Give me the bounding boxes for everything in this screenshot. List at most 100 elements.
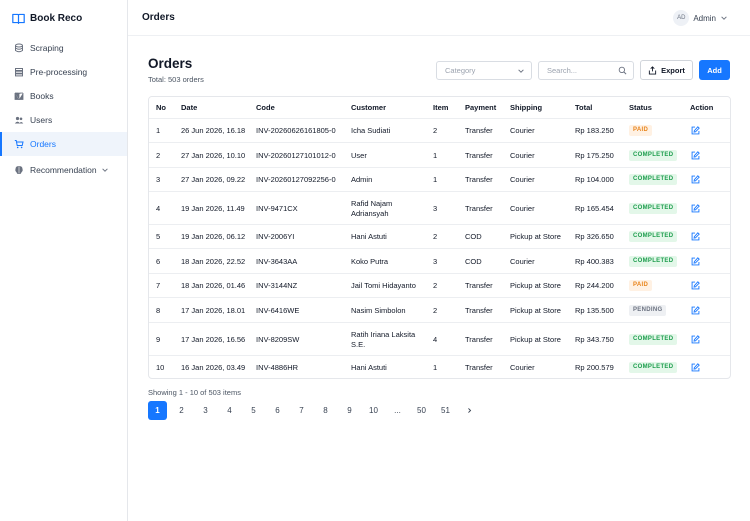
export-button[interactable]: Export [640,60,693,80]
cell-date: 26 Jun 2026, 16.18 [181,126,246,135]
cell-date: 18 Jan 2026, 22.52 [181,256,246,266]
customer-name: Hani Astuti [351,232,387,241]
edit-icon[interactable] [691,256,700,266]
page-button-1[interactable]: 1 [148,401,167,420]
add-button[interactable]: Add [699,60,730,80]
cell-item: 1 [433,150,438,160]
page-button-10[interactable]: 10 [364,401,383,420]
table-row[interactable]: 1 26 Jun 2026, 16.18 INV-20260626161805-0 I… [149,119,730,143]
page-button-4[interactable]: 4 [220,401,239,420]
cell-shipping: Courier [510,150,535,160]
column-header-payment: Payment [465,103,497,112]
category-select[interactable]: Category [436,61,532,80]
chevron-down-icon[interactable] [101,166,109,174]
edit-icon[interactable] [691,232,700,241]
table-row[interactable]: 5 19 Jan 2026, 06.12 INV-2006YI Hani Astuti… [149,225,730,249]
page-button-9[interactable]: 9 [340,401,359,420]
page-button-8[interactable]: 8 [316,401,335,420]
cell-code: INV-4886HR [256,363,299,372]
table-row[interactable]: 9 17 Jan 2026, 16.56 INV-8209SW Ratih Irian… [149,323,730,356]
page-button-51[interactable]: 51 [436,401,455,420]
cell-code: INV-8209SW [256,334,300,344]
edit-icon[interactable] [691,281,700,290]
cell-no: 4 [156,203,161,213]
cell-total: Rp 343.750 [575,334,614,344]
cell-total: Rp 135.500 [575,305,614,315]
cell-shipping: Courier [510,256,535,266]
edit-icon[interactable] [691,203,700,213]
table-row[interactable]: 3 27 Jan 2026, 09.22 INV-20260127092256-0 A… [149,168,730,192]
page-button-6[interactable]: 6 [268,401,287,420]
table-row[interactable]: 8 17 Jan 2026, 18.01 INV-6416WE Nasim Simbo… [149,298,730,323]
cell-payment: Transfer [465,334,493,344]
users-icon [14,116,24,124]
cell-shipping: Pickup at Store [510,281,561,290]
column-header-shipping: Shipping [510,103,543,112]
pagination-ellipsis: ... [394,406,401,415]
cell-date: 17 Jan 2026, 16.56 [181,334,246,344]
cell-item: 3 [433,203,438,213]
cell-shipping: Pickup at Store [510,305,561,315]
edit-icon[interactable] [691,126,700,135]
table-row[interactable]: 7 18 Jan 2026, 01.46 INV-3144NZ Jail Tomi H… [149,274,730,298]
cell-code: INV-20260127101012-0 [256,150,336,160]
cell-payment: COD [465,256,482,266]
sidebar: Book Reco Scraping Pre-processing Books Use… [0,0,128,521]
sidebar-item-users[interactable]: Users [0,108,127,132]
cell-no: 1 [156,126,161,135]
book-open-icon [12,13,25,24]
cell-shipping: Courier [510,203,535,213]
page-button-7[interactable]: 7 [292,401,311,420]
sidebar-item-scraping[interactable]: Scraping [0,36,127,60]
page-button-50[interactable]: 50 [412,401,431,420]
cell-shipping: Courier [510,363,535,372]
customer-name: S.E. [351,339,366,349]
edit-icon[interactable] [691,305,700,315]
sidebar-item-books[interactable]: Books [0,84,127,108]
chevron-down-icon [721,16,727,20]
table-row[interactable]: 4 19 Jan 2026, 11.49 INV-9471CX Rafid Najam… [149,192,730,225]
sidebar-item-recommendation[interactable]: Recommendation [0,158,127,182]
page-button-3[interactable]: 3 [196,401,215,420]
table-row[interactable]: 10 16 Jan 2026, 03.49 INV-4886HR Hani Astut… [149,356,730,378]
status-badge: COMPLETED [629,362,678,373]
customer-name: Jail Tomi Hidayanto [351,281,416,290]
cell-no: 3 [156,175,161,184]
cell-item: 4 [433,334,438,344]
orders-table: No Date Code Customer Item Payment Shipping Tot… [148,96,731,379]
edit-icon[interactable] [691,175,700,184]
total-orders: Total: 503 orders [148,75,204,84]
sidebar-item-label: Orders [30,139,56,149]
sidebar-item-label: Scraping [30,43,64,53]
sidebar-item-orders[interactable]: Orders [0,132,127,156]
category-placeholder: Category [445,66,476,75]
cell-no: 8 [156,305,161,315]
cell-item: 2 [433,126,438,135]
sidebar-item-label: Books [30,91,54,101]
cell-no: 2 [156,150,161,160]
cell-shipping: Pickup at Store [510,232,561,241]
sidebar-item-pre-processing[interactable]: Pre-processing [0,60,127,84]
user-menu[interactable]: AD Admin [673,10,728,26]
edit-icon[interactable] [691,334,700,344]
cell-total: Rp 326.650 [575,232,614,241]
sidebar-nav: Scraping Pre-processing Books Users Orders Re… [0,36,127,182]
page-button-5[interactable]: 5 [244,401,263,420]
cell-item: 1 [433,363,438,372]
cell-shipping: Pickup at Store [510,334,561,344]
table-row[interactable]: 2 27 Jan 2026, 10.10 INV-20260127101012-0 U… [149,143,730,168]
page-button-2[interactable]: 2 [172,401,191,420]
brand[interactable]: Book Reco [12,10,82,26]
next-page-button[interactable] [460,401,479,420]
edit-icon[interactable] [691,150,700,160]
search-icon[interactable] [618,66,627,75]
cell-no: 9 [156,334,161,344]
export-label: Export [661,65,685,75]
edit-icon[interactable] [691,363,700,372]
sidebar-item-label: Pre-processing [30,67,88,77]
cell-total: Rp 104.000 [575,175,614,184]
table-row[interactable]: 6 18 Jan 2026, 22.52 INV-3643AA Koko Putra 3… [149,249,730,274]
cell-item: 3 [433,256,438,266]
customer-name: Adriansyah [351,208,389,218]
cell-date: 19 Jan 2026, 11.49 [181,203,245,213]
